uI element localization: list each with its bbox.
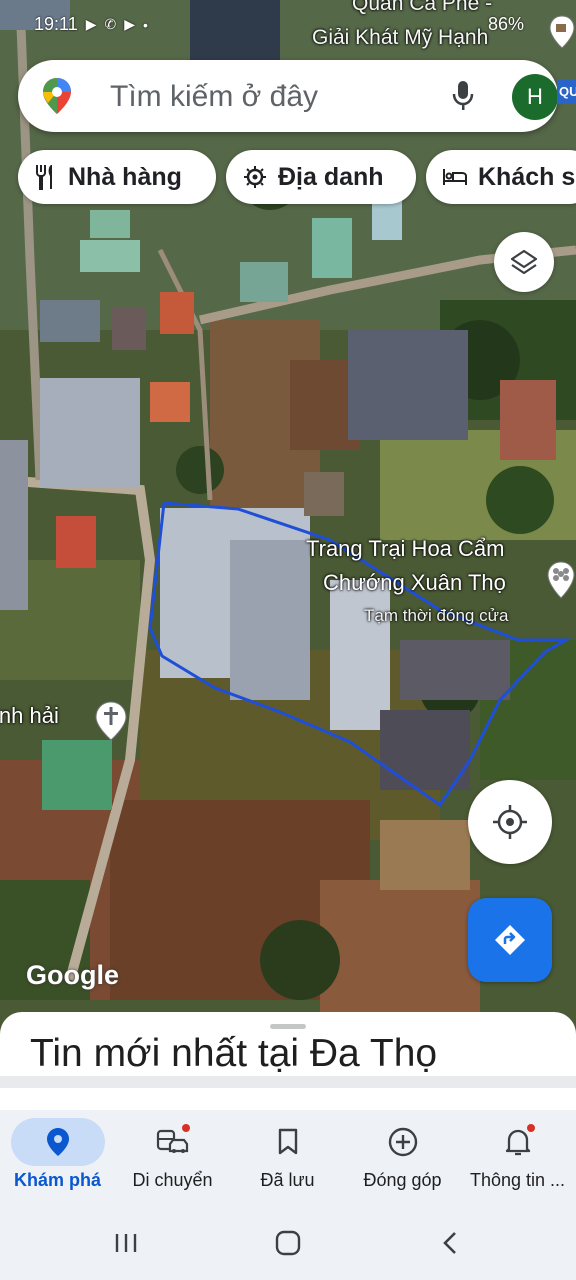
church-label[interactable]: inh hải (0, 703, 59, 729)
chip-hotels-label: Khách sạn (478, 162, 576, 191)
partial-map-tag: QU (557, 80, 576, 104)
system-navigation-bar (0, 1206, 576, 1280)
flower-poi-pin-icon[interactable] (546, 560, 576, 600)
google-logo: Google (26, 960, 119, 990)
bottom-sheet[interactable]: Tin mới nhất tại Đa Thọ (0, 1012, 576, 1122)
poi-name-line1[interactable]: Trang Trại Hoa Cẩm (306, 536, 504, 562)
nav-contribute-label: Đóng góp (363, 1170, 442, 1190)
layers-button[interactable] (494, 232, 554, 292)
nav-updates[interactable]: Thông tin ... (460, 1110, 575, 1206)
home-icon (275, 1230, 301, 1256)
shop-label-line1[interactable]: Quán Cà Phê - (352, 0, 492, 16)
google-maps-pin-icon (43, 78, 71, 114)
search-input[interactable]: Tìm kiếm ở đây (110, 80, 318, 114)
microphone-icon[interactable] (450, 79, 476, 113)
account-avatar[interactable]: H (512, 74, 558, 120)
nav-go-label: Di chuyển (132, 1170, 213, 1190)
chip-restaurants-label: Nhà hàng (68, 162, 182, 191)
chip-hotels[interactable]: Khách sạn (426, 150, 576, 204)
back-button[interactable] (430, 1228, 470, 1258)
status-time: 19:11 (34, 14, 78, 34)
add-circle-icon (388, 1127, 417, 1157)
my-location-button[interactable] (468, 780, 552, 864)
bed-icon (443, 169, 467, 185)
bottom-navigation: Khám phá Di chuyển Đã lưu Đóng góp Thông… (0, 1110, 576, 1206)
more-dot-icon: • (143, 16, 148, 33)
sheet-title: Tin mới nhất tại Đa Thọ (30, 1032, 438, 1075)
chip-places-label: Địa danh (278, 162, 384, 191)
recents-icon (115, 1234, 137, 1252)
fork-knife-icon (36, 165, 52, 190)
layers-icon (510, 249, 538, 275)
status-bar: 19:11 ▶ ✆ ▶ • (34, 14, 148, 35)
back-chevron-icon (443, 1232, 456, 1254)
bell-icon (505, 1129, 530, 1156)
directions-button[interactable] (468, 898, 552, 982)
chip-restaurants[interactable]: Nhà hàng (18, 150, 216, 204)
notification-dot (181, 1124, 190, 1132)
call-notification-icon: ✆ (104, 16, 117, 32)
nav-saved-label: Đã lưu (260, 1170, 315, 1190)
youtube-notification-icon-2: ▶ (124, 16, 136, 32)
church-pin-icon[interactable] (94, 700, 128, 742)
nav-explore[interactable]: Khám phá (0, 1110, 115, 1206)
poi-name-line2[interactable]: Chướng Xuân Thọ (323, 570, 506, 596)
directions-icon (495, 925, 525, 955)
cafe-pin-icon[interactable] (548, 14, 576, 50)
home-button[interactable] (268, 1228, 308, 1258)
recents-button[interactable] (106, 1228, 146, 1258)
youtube-notification-icon: ▶ (85, 16, 97, 32)
poi-status-label: Tạm thời đóng cửa (364, 606, 509, 625)
sheet-drag-handle[interactable] (270, 1024, 306, 1029)
crosshair-icon (493, 805, 527, 839)
nav-saved[interactable]: Đã lưu (230, 1110, 345, 1206)
search-bar[interactable]: Tìm kiếm ở đây H (18, 60, 558, 132)
explore-pin-icon (46, 1128, 69, 1156)
nav-go[interactable]: Di chuyển (115, 1110, 230, 1206)
nav-explore-label: Khám phá (13, 1170, 101, 1190)
bookmark-icon (278, 1128, 297, 1155)
nav-contribute[interactable]: Đóng góp (345, 1110, 460, 1206)
commute-icon (156, 1129, 188, 1153)
battery-level: 86% (487, 14, 524, 34)
chip-places[interactable]: Địa danh (226, 150, 416, 204)
nav-updates-label: Thông tin ... (469, 1170, 566, 1190)
sheet-divider (0, 1076, 576, 1088)
notification-dot (526, 1124, 535, 1132)
landmark-icon (244, 166, 266, 188)
shop-label-line2[interactable]: Giải Khát Mỹ Hạnh (312, 26, 488, 50)
